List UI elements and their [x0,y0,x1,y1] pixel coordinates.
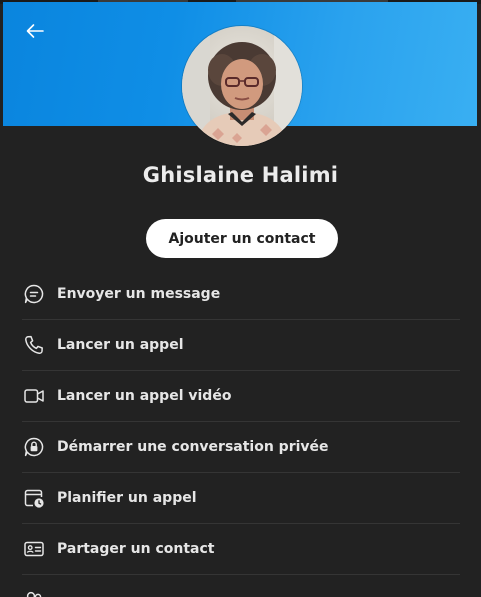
send-message-action[interactable]: Envoyer un message [22,269,460,320]
people-icon [22,588,46,597]
private-chat-lock-icon [22,435,46,459]
action-label: Démarrer une conversation privée [57,439,329,455]
contact-card-icon [22,537,46,561]
chat-bubble-icon [22,282,46,306]
share-contact-action[interactable]: Partager un contact [22,524,460,575]
video-camera-icon [22,384,46,408]
calendar-clock-icon [22,486,46,510]
action-label: Planifier un appel [57,490,197,506]
arrow-left-icon [25,23,45,43]
action-label: Lancer un appel vidéo [57,388,232,404]
add-contact-button[interactable]: Ajouter un contact [146,219,338,258]
avatar [182,26,302,146]
private-conversation-action[interactable]: Démarrer une conversation privée [22,422,460,473]
contact-profile-panel: Ghislaine Halimi Ajouter un contact Envo… [0,0,481,597]
call-action[interactable]: Lancer un appel [22,320,460,371]
video-call-action[interactable]: Lancer un appel vidéo [22,371,460,422]
action-label: Envoyer un message [57,286,221,302]
back-button[interactable] [22,20,48,46]
group-action-partial[interactable] [22,575,460,597]
schedule-call-action[interactable]: Planifier un appel [22,473,460,524]
contact-name: Ghislaine Halimi [142,163,339,187]
phone-icon [22,333,46,357]
action-label: Lancer un appel [57,337,184,353]
contact-actions-list: Envoyer un message Lancer un appel Lance… [22,269,460,597]
action-label: Partager un contact [57,541,215,557]
